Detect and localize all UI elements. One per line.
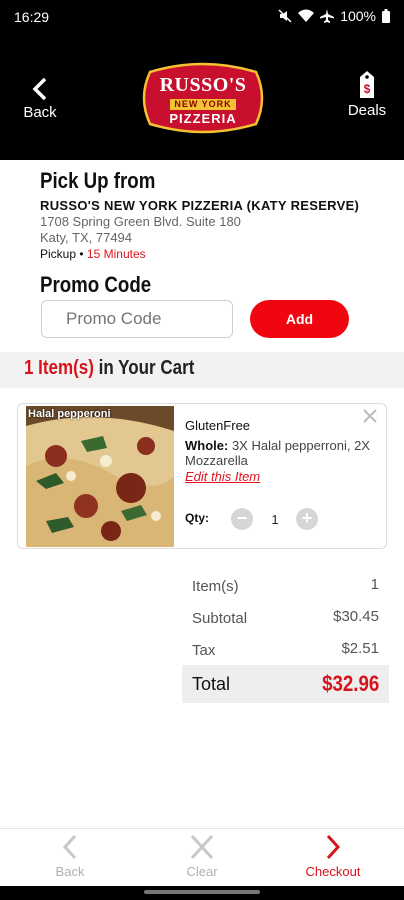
total-value: $32.96 bbox=[321, 671, 379, 696]
logo-line1: RUSSO'S bbox=[159, 74, 247, 96]
store-name: RUSSO'S NEW YORK PIZZERIA (KATY RESERVE) bbox=[40, 198, 360, 213]
pizza-image[interactable]: Halal pepperoni bbox=[26, 406, 174, 547]
header-back-label: Back bbox=[23, 104, 57, 121]
items-label: Item(s) bbox=[192, 578, 239, 595]
items-row: Item(s) 1 bbox=[182, 572, 389, 604]
subtotal-row: Subtotal $30.45 bbox=[182, 604, 389, 636]
cart-count: 1 Item(s) bbox=[24, 357, 94, 379]
edit-item-link[interactable]: Edit this Item bbox=[185, 469, 260, 484]
qty-label: Qty: bbox=[185, 511, 209, 525]
nav-clear-label: Clear bbox=[186, 864, 218, 879]
logo-line2: NEW YORK bbox=[170, 99, 236, 110]
order-totals: Item(s) 1 Subtotal $30.45 Tax $2.51 Tota… bbox=[182, 572, 389, 703]
app-header: Back RUSSO'S NEW YORK PIZZERIA $ Deals bbox=[0, 34, 404, 160]
tax-label: Tax bbox=[192, 642, 216, 659]
airplane-icon bbox=[320, 9, 335, 23]
item-description: Whole: 3X Halal pepperroni, 2X Mozzarell… bbox=[185, 438, 381, 468]
store-address-line1: 1708 Spring Green Blvd. Suite 180 bbox=[40, 214, 241, 229]
bottom-nav: Back Clear Checkout bbox=[0, 828, 404, 887]
battery-level: 100% bbox=[340, 8, 376, 24]
remove-item-icon[interactable] bbox=[362, 408, 378, 429]
logo-line3: PIZZERIA bbox=[169, 111, 237, 126]
pickup-separator: • bbox=[79, 247, 84, 261]
nav-back-label: Back bbox=[55, 864, 85, 879]
home-indicator[interactable] bbox=[144, 890, 260, 894]
item-name: GlutenFree bbox=[185, 418, 251, 433]
chevron-left-icon bbox=[20, 833, 120, 861]
cart-suffix: in Your Cart bbox=[98, 357, 195, 379]
item-size: Whole: bbox=[185, 438, 229, 453]
add-promo-button[interactable]: Add bbox=[250, 300, 349, 338]
tax-value: $2.51 bbox=[341, 640, 379, 657]
nav-checkout-label: Checkout bbox=[305, 864, 361, 879]
deals-button[interactable]: $ Deals bbox=[342, 70, 392, 119]
total-label: Total bbox=[192, 674, 231, 694]
status-bar: 16:29 100% bbox=[0, 0, 404, 34]
items-value: 1 bbox=[370, 576, 379, 593]
tax-row: Tax $2.51 bbox=[182, 636, 389, 668]
brand-logo[interactable]: RUSSO'S NEW YORK PIZZERIA bbox=[140, 62, 266, 134]
pizza-image-caption: Halal pepperoni bbox=[28, 408, 111, 420]
mute-icon bbox=[278, 9, 292, 23]
close-icon bbox=[152, 833, 252, 861]
nav-back-button[interactable]: Back bbox=[20, 833, 120, 879]
cart-item: Halal pepperoni GlutenFree Whole: 3X Hal… bbox=[17, 403, 387, 549]
nav-checkout-button[interactable]: Checkout bbox=[283, 833, 383, 879]
qty-value: 1 bbox=[271, 512, 279, 527]
status-icons: 100% bbox=[278, 8, 390, 24]
pickup-section: Pick Up from RUSSO'S NEW YORK PIZZERIA (… bbox=[40, 168, 390, 261]
cart-count-text: 1 Item(s) in Your Cart bbox=[24, 357, 194, 380]
header-back-button[interactable]: Back bbox=[18, 76, 62, 121]
wifi-icon bbox=[298, 9, 315, 23]
qty-decrease-button[interactable]: − bbox=[231, 508, 253, 530]
cart-header: 1 Item(s) in Your Cart bbox=[0, 352, 404, 388]
nav-clear-button[interactable]: Clear bbox=[152, 833, 252, 879]
battery-icon bbox=[382, 9, 390, 23]
system-nav-bar bbox=[0, 886, 404, 900]
pickup-title: Pick Up from bbox=[40, 168, 156, 193]
promo-title: Promo Code bbox=[40, 272, 152, 297]
promo-code-input[interactable] bbox=[41, 300, 233, 338]
svg-text:$: $ bbox=[364, 82, 371, 96]
pickup-time: 15 Minutes bbox=[86, 247, 146, 261]
pickup-eta: Pickup • 15 Minutes bbox=[40, 247, 390, 261]
deals-label: Deals bbox=[347, 102, 387, 119]
total-row: Total $32.96 bbox=[182, 665, 389, 703]
status-time: 16:29 bbox=[14, 9, 50, 25]
chevron-right-icon bbox=[283, 833, 383, 861]
pickup-mode: Pickup bbox=[40, 247, 77, 261]
store-address-line2: Katy, TX, 77494 bbox=[40, 230, 133, 245]
price-tag-icon: $ bbox=[342, 70, 392, 100]
subtotal-value: $30.45 bbox=[333, 608, 379, 625]
subtotal-label: Subtotal bbox=[192, 610, 248, 627]
chevron-left-icon bbox=[18, 76, 62, 102]
qty-increase-button[interactable]: + bbox=[296, 508, 318, 530]
